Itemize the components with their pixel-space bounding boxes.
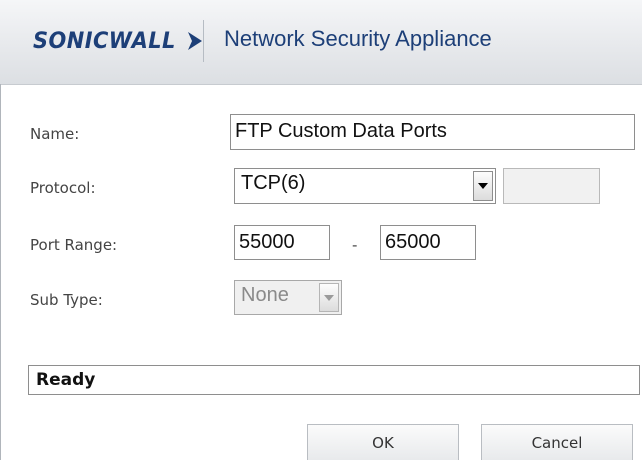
port-range-label: Port Range: xyxy=(30,236,118,254)
header-divider xyxy=(203,20,204,62)
protocol-select-value: TCP(6) xyxy=(241,172,306,194)
protocol-label: Protocol: xyxy=(30,179,96,197)
header-title: Network Security Appliance xyxy=(224,26,492,51)
status-bar: Ready xyxy=(28,365,640,395)
name-label: Name: xyxy=(30,125,80,143)
cancel-button[interactable]: Cancel xyxy=(481,424,633,460)
chevron-down-icon xyxy=(478,183,488,189)
logo-text: SONICWALL xyxy=(33,28,176,54)
status-text: Ready xyxy=(36,370,96,390)
sub-type-label: Sub Type: xyxy=(30,291,103,309)
sub-type-dropdown-button[interactable] xyxy=(319,283,339,312)
protocol-select[interactable]: TCP(6) xyxy=(234,168,496,204)
chevron-down-icon xyxy=(324,294,334,301)
sonicwall-logo: SONICWALL xyxy=(33,24,204,58)
name-input[interactable]: FTP Custom Data Ports xyxy=(230,114,635,150)
ok-button[interactable]: OK xyxy=(307,424,459,460)
port-range-start-input[interactable]: 55000 xyxy=(234,225,330,260)
port-range-separator: - xyxy=(352,236,358,254)
protocol-number-input[interactable] xyxy=(503,168,600,204)
sub-type-select-value: None xyxy=(241,284,289,306)
protocol-dropdown-button[interactable] xyxy=(473,171,493,201)
logo-arrow-icon xyxy=(188,32,203,50)
frame-left-border xyxy=(0,84,1,460)
sub-type-select[interactable]: None xyxy=(234,280,342,315)
header-banner: SONICWALL Network Security Appliance xyxy=(0,0,642,85)
port-range-end-input[interactable]: 65000 xyxy=(380,225,476,260)
